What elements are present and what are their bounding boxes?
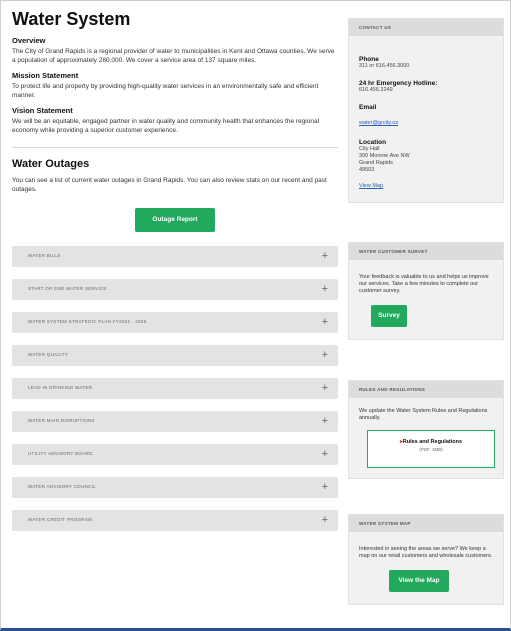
accordion-label: WATER MAIN DISRUPTIONS (28, 418, 95, 423)
accordion-label: WATER BILLS (28, 253, 61, 258)
plus-icon[interactable]: + (322, 382, 328, 394)
map-card: WATER SYSTEM MAP Interested in seeing th… (348, 514, 504, 605)
location-label: Location (359, 139, 387, 146)
plus-icon[interactable]: + (322, 514, 328, 526)
plus-icon[interactable]: + (322, 448, 328, 460)
main-content: Water System Overview The City of Grand … (12, 8, 338, 543)
plus-icon[interactable]: + (322, 250, 328, 262)
accordion-start-end-service[interactable]: START OR END WATER SERVICE + (12, 279, 338, 300)
rules-text: We update the Water System Rules and Reg… (359, 408, 488, 421)
outages-heading: Water Outages (12, 158, 90, 170)
rules-pdf-link[interactable]: Rules and Regulations (368, 439, 494, 445)
view-map-button[interactable]: View the Map (389, 570, 449, 592)
location-line: Grand Rapids (359, 160, 393, 166)
map-text: Interested in seeing the areas we serve?… (359, 546, 493, 559)
plus-icon[interactable]: + (322, 415, 328, 427)
accordion-credit-program[interactable]: WATER CREDIT PROGRAM + (12, 510, 338, 531)
accordion-advisory-council[interactable]: WATER ADVISORY COUNCIL + (12, 477, 338, 498)
phone-label: Phone (359, 56, 379, 63)
location-line: 300 Monroe Ave NW (359, 153, 410, 159)
mission-heading: Mission Statement (12, 71, 79, 80)
accordion-list: WATER BILLS + START OR END WATER SERVICE… (12, 246, 338, 531)
plus-icon[interactable]: + (322, 481, 328, 493)
plus-icon[interactable]: + (322, 283, 328, 295)
vision-text: We will be an equitable, engaged partner… (12, 118, 320, 134)
survey-card-header: WATER CUSTOMER SURVEY (349, 243, 503, 260)
accordion-label: WATER SYSTEM STRATEGIC PLAN FY2021 - 202… (28, 319, 147, 324)
accordion-lead-in-water[interactable]: LEAD IN DRINKING WATER + (12, 378, 338, 399)
plus-icon[interactable]: + (322, 316, 328, 328)
survey-card: WATER CUSTOMER SURVEY Your feedback is v… (348, 242, 504, 340)
rules-file-size: (PDF, 1MB) (419, 447, 443, 452)
accordion-water-quality[interactable]: WATER QUALITY + (12, 345, 338, 366)
accordion-advisory-board[interactable]: UTILITY ADVISORY BOARD + (12, 444, 338, 465)
emergency-value: 616.456.3249 (359, 87, 393, 93)
emergency-label: 24 hr Emergency Hotline: (359, 80, 438, 87)
contact-card-header: CONTACT US (349, 19, 503, 36)
survey-text: Your feedback is valuable to us and help… (359, 274, 489, 294)
location-line: 49503 (359, 167, 375, 173)
page-title: Water System (12, 9, 131, 29)
view-map-link[interactable]: View Map (359, 183, 383, 189)
section-divider (12, 147, 338, 148)
accordion-label: UTILITY ADVISORY BOARD (28, 451, 93, 456)
contact-card: CONTACT US Phone 311 or 616.456.3000 24 … (348, 18, 504, 203)
email-link[interactable]: water@grcity.us (359, 120, 398, 126)
outages-text: You can see a list of current water outa… (12, 177, 327, 193)
map-card-header: WATER SYSTEM MAP (349, 515, 503, 532)
accordion-label: WATER CREDIT PROGRAM (28, 517, 93, 522)
accordion-label: START OR END WATER SERVICE (28, 286, 107, 291)
survey-button[interactable]: Survey (371, 305, 407, 327)
accordion-label: WATER QUALITY (28, 352, 69, 357)
accordion-strategic-plan[interactable]: WATER SYSTEM STRATEGIC PLAN FY2021 - 202… (12, 312, 338, 333)
rules-card-header: RULES AND REGULATIONS (349, 381, 503, 398)
vision-heading: Vision Statement (12, 106, 73, 115)
mission-text: To protect life and property by providin… (12, 83, 319, 99)
outage-report-button[interactable]: Outage Report (135, 208, 215, 232)
accordion-water-bills[interactable]: WATER BILLS + (12, 246, 338, 267)
overview-heading: Overview (12, 36, 46, 45)
accordion-label: LEAD IN DRINKING WATER (28, 385, 93, 390)
email-label: Email (359, 104, 377, 111)
overview-text: The City of Grand Rapids is a regional p… (12, 48, 335, 64)
location-line: City Hall (359, 146, 380, 152)
rules-document-box: Rules and Regulations (PDF, 1MB) (367, 430, 495, 468)
accordion-main-disruptions[interactable]: WATER MAIN DISRUPTIONS + (12, 411, 338, 432)
accordion-label: WATER ADVISORY COUNCIL (28, 484, 96, 489)
rules-card: RULES AND REGULATIONS We update the Wate… (348, 380, 504, 479)
plus-icon[interactable]: + (322, 349, 328, 361)
phone-value: 311 or 616.456.3000 (359, 63, 410, 69)
